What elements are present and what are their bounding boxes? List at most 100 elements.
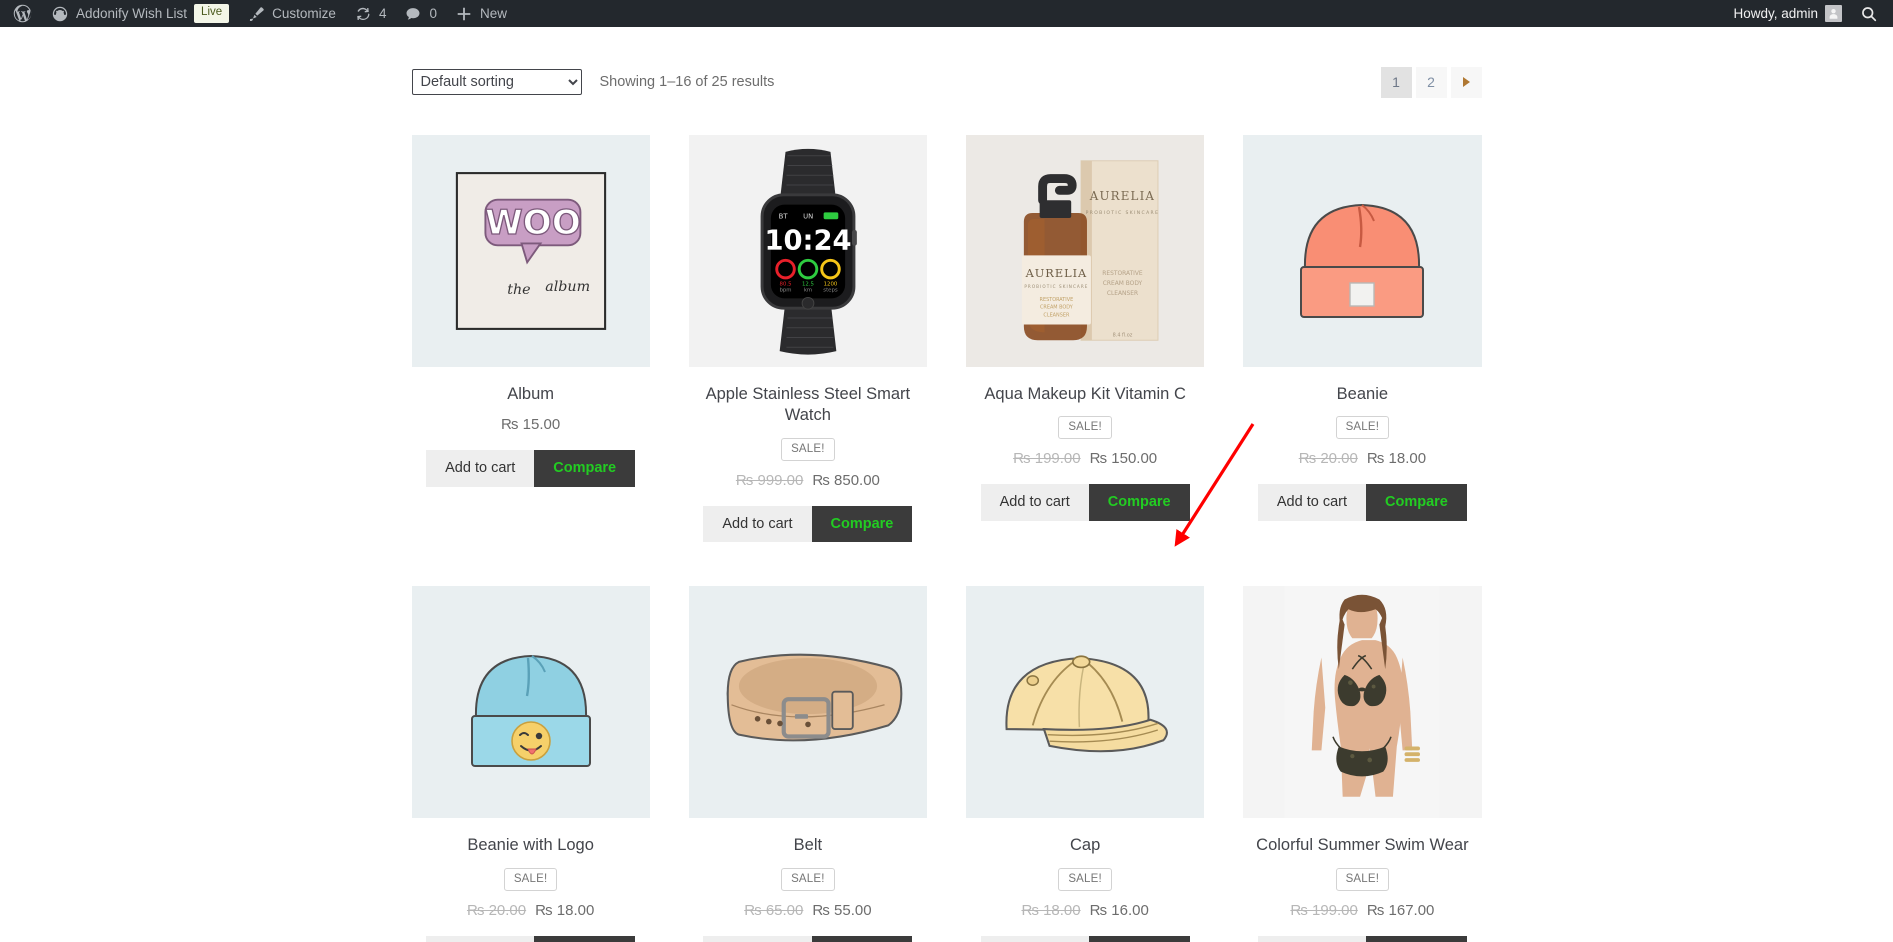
product-title[interactable]: Beanie: [1243, 384, 1481, 405]
svg-text:bpm: bpm: [779, 287, 791, 293]
product-image-aqua-makeup-kit-vitamin-c[interactable]: AURELIA PROBIOTIC SKINCARE RESTORATIVECR…: [966, 135, 1204, 367]
dashboard-icon: [51, 5, 69, 23]
sale-price: ₨ 150.00: [1090, 450, 1158, 467]
product-image-apple-stainless-steel-smart-watch[interactable]: BTUN 10:24 80.5bpm 12.5km 1200steps: [689, 135, 927, 367]
compare-button[interactable]: Compare: [1366, 936, 1467, 942]
comment-bubble-icon: [404, 5, 422, 23]
svg-text:PROBIOTIC SKINCARE: PROBIOTIC SKINCARE: [1086, 210, 1160, 216]
product-actions: Add to cart Compare: [1243, 936, 1481, 942]
product-title[interactable]: Apple Stainless Steel Smart Watch: [689, 384, 927, 427]
add-to-cart-button[interactable]: Add to cart: [426, 936, 534, 942]
regular-price: ₨ 199.00: [1290, 902, 1358, 919]
product-title[interactable]: Album: [412, 384, 650, 405]
product-title[interactable]: Belt: [689, 835, 927, 856]
customize-menu[interactable]: Customize: [238, 0, 345, 27]
update-arrows-icon: [354, 5, 372, 23]
sorting-select[interactable]: Default sortingSort by popularitySort by…: [412, 69, 582, 95]
sale-price: ₨ 18.00: [1367, 450, 1426, 467]
compare-button[interactable]: Compare: [812, 936, 913, 942]
sale-badge: SALE!: [781, 438, 835, 461]
product-card-beanie-with-logo: Beanie with Logo SALE! ₨ 20.00 ₨ 18.00 A…: [412, 586, 650, 942]
svg-text:RESTORATIVE: RESTORATIVE: [1102, 271, 1143, 277]
product-image-colorful-summer-swim-wear[interactable]: [1243, 586, 1481, 818]
my-account-menu[interactable]: Howdy, admin: [1724, 0, 1851, 27]
product-actions: Add to cart Compare: [1243, 484, 1481, 521]
product-title[interactable]: Cap: [966, 835, 1204, 856]
regular-price: ₨ 999.00: [736, 472, 804, 489]
add-to-cart-button[interactable]: Add to cart: [1258, 936, 1366, 942]
product-card-album: WOO the album Album ₨ 15.00 Add to cart …: [412, 135, 650, 542]
product-image-cap[interactable]: [966, 586, 1204, 818]
product-title[interactable]: Beanie with Logo: [412, 835, 650, 856]
svg-text:WOO: WOO: [485, 203, 581, 243]
add-to-cart-button[interactable]: Add to cart: [703, 936, 811, 942]
svg-text:steps: steps: [823, 287, 838, 293]
product-image-beanie-with-logo[interactable]: [412, 586, 650, 818]
svg-text:PROBIOTIC SKINCARE: PROBIOTIC SKINCARE: [1024, 284, 1088, 289]
live-badge[interactable]: Live: [194, 4, 229, 23]
sale-badge: SALE!: [504, 868, 558, 891]
svg-text:RESTORATIVE: RESTORATIVE: [1040, 297, 1074, 303]
site-name-label: Addonify Wish List: [76, 6, 187, 21]
product-price: ₨ 18.00 ₨ 16.00: [966, 902, 1204, 919]
svg-text:km: km: [804, 287, 812, 293]
comments-menu[interactable]: 0: [395, 0, 446, 27]
pagination-page-2[interactable]: 2: [1416, 67, 1447, 98]
plus-icon: [455, 5, 473, 23]
shop-page: Default sortingSort by popularitySort by…: [0, 27, 1893, 942]
add-to-cart-button[interactable]: Add to cart: [1258, 484, 1366, 521]
regular-price: ₨ 199.00: [1013, 450, 1081, 467]
add-to-cart-button[interactable]: Add to cart: [981, 936, 1089, 942]
pagination-page-1[interactable]: 1: [1381, 67, 1412, 98]
result-count: Showing 1–16 of 25 results: [600, 74, 775, 90]
compare-button[interactable]: Compare: [1089, 484, 1190, 521]
product-actions: Add to cart Compare: [412, 936, 650, 942]
add-to-cart-button[interactable]: Add to cart: [981, 484, 1089, 521]
svg-text:album: album: [545, 279, 590, 295]
product-price: ₨ 20.00 ₨ 18.00: [1243, 450, 1481, 467]
new-content-menu[interactable]: New: [446, 0, 516, 27]
product-card-apple-stainless-steel-smart-watch: BTUN 10:24 80.5bpm 12.5km 1200steps Appl…: [689, 135, 927, 542]
compare-button[interactable]: Compare: [534, 450, 635, 487]
updates-count: 4: [379, 6, 387, 21]
add-to-cart-button[interactable]: Add to cart: [426, 450, 534, 487]
product-title[interactable]: Colorful Summer Swim Wear: [1243, 835, 1481, 856]
product-price: ₨ 15.00: [412, 416, 650, 433]
sale-badge: SALE!: [1058, 416, 1112, 439]
product-actions: Add to cart Compare: [966, 484, 1204, 521]
wordpress-icon: [12, 3, 33, 24]
product-actions: Add to cart Compare: [689, 506, 927, 543]
compare-button[interactable]: Compare: [1366, 484, 1467, 521]
shop-toolbar: Default sortingSort by popularitySort by…: [412, 67, 1482, 97]
sale-price: ₨ 16.00: [1090, 902, 1149, 919]
svg-text:CREAM BODY: CREAM BODY: [1040, 305, 1074, 311]
product-card-beanie: Beanie SALE! ₨ 20.00 ₨ 18.00 Add to cart…: [1243, 135, 1481, 542]
sale-price: ₨ 55.00: [812, 902, 871, 919]
compare-button[interactable]: Compare: [534, 936, 635, 942]
wordpress-logo-menu[interactable]: [3, 0, 42, 27]
product-price: ₨ 199.00 ₨ 150.00: [966, 450, 1204, 467]
add-to-cart-button[interactable]: Add to cart: [703, 506, 811, 543]
product-image-belt[interactable]: [689, 586, 927, 818]
product-card-belt: Belt SALE! ₨ 65.00 ₨ 55.00 Add to cart C…: [689, 586, 927, 942]
product-image-beanie[interactable]: [1243, 135, 1481, 367]
sale-badge: SALE!: [1058, 868, 1112, 891]
product-image-album[interactable]: WOO the album: [412, 135, 650, 367]
site-name-menu[interactable]: Addonify Wish List Live: [42, 0, 238, 27]
sale-price: ₨ 167.00: [1367, 902, 1435, 919]
paintbrush-icon: [247, 5, 265, 23]
product-actions: Add to cart Compare: [689, 936, 927, 942]
admin-bar-left-group: Addonify Wish List Live Customize 4: [0, 0, 516, 27]
pagination-next-button[interactable]: [1451, 67, 1482, 98]
product-title[interactable]: Aqua Makeup Kit Vitamin C: [966, 384, 1204, 405]
pagination: 1 2: [1381, 67, 1482, 98]
sale-price: ₨ 850.00: [812, 472, 880, 489]
regular-price: ₨ 18.00: [1021, 902, 1080, 919]
search-menu[interactable]: [1851, 0, 1887, 27]
compare-button[interactable]: Compare: [1089, 936, 1190, 942]
product-actions: Add to cart Compare: [412, 450, 650, 487]
svg-text:CREAM BODY: CREAM BODY: [1103, 281, 1143, 287]
svg-text:10:24: 10:24: [764, 225, 851, 256]
compare-button[interactable]: Compare: [812, 506, 913, 543]
updates-menu[interactable]: 4: [345, 0, 396, 27]
